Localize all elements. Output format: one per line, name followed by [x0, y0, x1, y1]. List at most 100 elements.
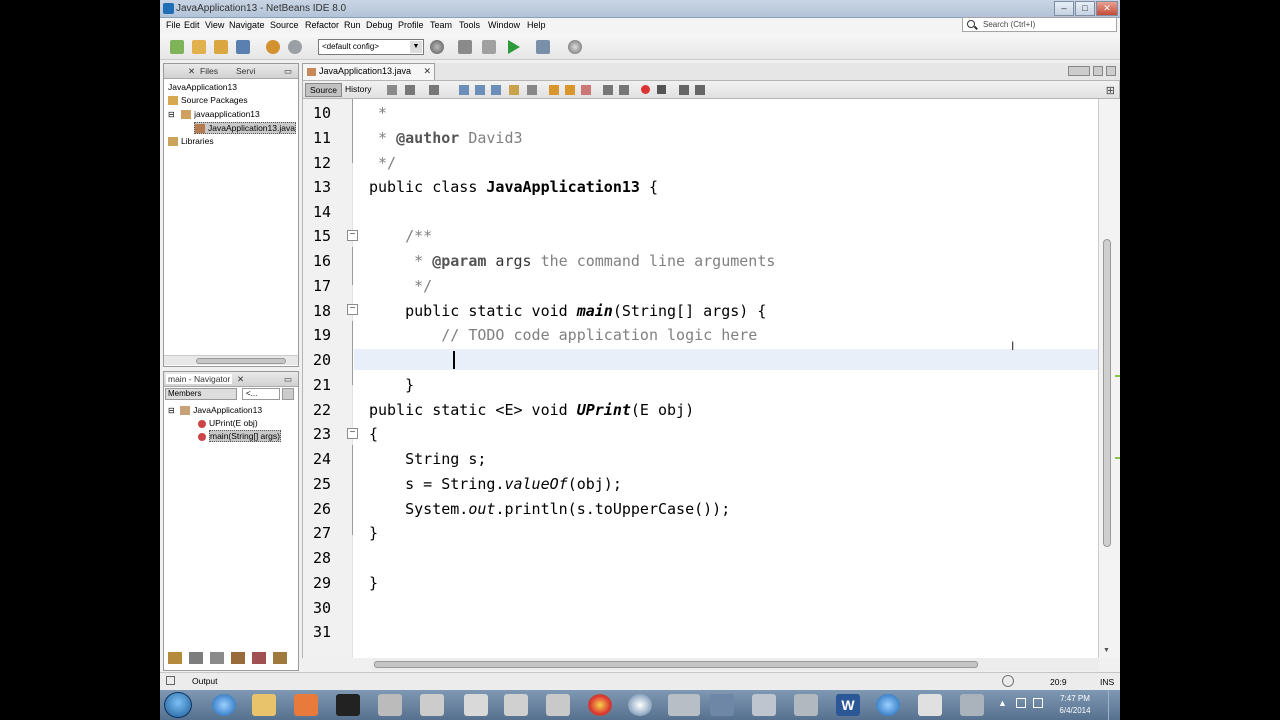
nav-class-node[interactable]: ⊟ JavaApplication13	[168, 405, 262, 416]
calculator-icon[interactable]	[420, 694, 444, 716]
app-icon[interactable]	[668, 694, 700, 716]
filter-inherited-icon[interactable]	[231, 652, 245, 664]
stop-macro-icon[interactable]	[657, 85, 666, 94]
new-file-icon[interactable]	[192, 40, 206, 54]
find-next-icon[interactable]	[491, 85, 501, 95]
output-tab[interactable]: Output	[192, 676, 218, 686]
file-explorer-icon[interactable]	[252, 694, 276, 716]
maximize-icon[interactable]	[1106, 66, 1116, 76]
menu-window[interactable]: Window	[488, 20, 520, 30]
show-opened-icon[interactable]	[1093, 66, 1103, 76]
minimize-button[interactable]: –	[1054, 1, 1074, 16]
next-bookmark-icon[interactable]	[565, 85, 575, 95]
profile-icon[interactable]	[568, 40, 582, 54]
tree-java-file[interactable]: JavaApplication13.java	[194, 122, 296, 135]
scroll-thumb[interactable]	[196, 358, 286, 364]
members-filter-select[interactable]: Members	[165, 388, 237, 400]
app-icon[interactable]	[752, 694, 776, 716]
tab-source[interactable]: Source	[305, 83, 342, 97]
close-icon[interactable]: ✕	[423, 64, 431, 79]
sort-icon[interactable]	[252, 652, 266, 664]
undo-icon[interactable]	[266, 40, 280, 54]
last-edit-icon[interactable]	[387, 85, 397, 95]
close-icon[interactable]: ✕	[237, 374, 244, 385]
build-hammer-icon[interactable]	[458, 40, 472, 54]
menu-refactor[interactable]: Refactor	[305, 20, 339, 30]
save-all-icon[interactable]	[236, 40, 250, 54]
scroll-thumb[interactable]	[374, 661, 978, 668]
nav-method-main[interactable]: main(String[] args)	[198, 430, 281, 442]
toggle-highlight-icon[interactable]	[509, 85, 519, 95]
volume-icon[interactable]	[1033, 698, 1043, 708]
minimize-panel-icon[interactable]: ▭	[284, 374, 292, 385]
open-project-icon[interactable]	[214, 40, 228, 54]
new-project-icon[interactable]	[170, 40, 184, 54]
tab-navigator[interactable]: main - Navigator	[166, 374, 233, 384]
scroll-down-icon[interactable]: ▼	[1103, 647, 1110, 654]
network-icon[interactable]	[1016, 698, 1026, 708]
menu-run[interactable]: Run	[344, 20, 361, 30]
find-selection-icon[interactable]	[459, 85, 469, 95]
uncomment-icon[interactable]	[695, 85, 705, 95]
shift-right-icon[interactable]	[619, 85, 629, 95]
scroll-tabs-icon[interactable]	[1068, 66, 1090, 76]
media-player-icon[interactable]	[294, 694, 318, 716]
toggle-rect-select-icon[interactable]	[527, 85, 537, 95]
tree-libraries[interactable]: Libraries	[168, 136, 214, 147]
start-macro-icon[interactable]	[641, 85, 650, 94]
back-icon[interactable]	[405, 85, 415, 95]
menu-tools[interactable]: Tools	[459, 20, 480, 30]
notifications-icon[interactable]	[1002, 675, 1014, 687]
menu-file[interactable]: File	[166, 20, 181, 30]
internet-explorer-icon[interactable]	[876, 694, 900, 716]
app-icon[interactable]	[960, 694, 984, 716]
editor-hscrollbar[interactable]	[372, 658, 1098, 671]
collapse-icon[interactable]: −	[347, 304, 358, 315]
clean-build-icon[interactable]	[482, 40, 496, 54]
tray-expand-icon[interactable]: ▲	[998, 698, 1007, 708]
scope-select[interactable]: <...	[242, 388, 280, 400]
editor-vscrollbar[interactable]: ▼	[1098, 99, 1120, 658]
nav-method-uprint[interactable]: UPrint(E obj)	[198, 418, 258, 428]
app-icon[interactable]	[794, 694, 818, 716]
collapse-icon[interactable]: ⊟	[168, 406, 175, 415]
clock-time[interactable]: 7:47 PM	[1050, 694, 1100, 703]
tab-services[interactable]: Servi	[236, 66, 255, 76]
app-icon[interactable]	[628, 694, 652, 716]
split-editor-icon[interactable]: ⊞	[1106, 84, 1115, 97]
menu-edit[interactable]: Edit	[184, 20, 200, 30]
pen-tool-icon[interactable]	[336, 694, 360, 716]
find-previous-icon[interactable]	[475, 85, 485, 95]
clock-date[interactable]: 6/4/2014	[1050, 706, 1100, 715]
filter-nonpublic-icon[interactable]	[210, 652, 224, 664]
collapse-icon[interactable]: ⊟	[168, 110, 175, 119]
tab-history[interactable]: History	[341, 83, 375, 97]
code-editor[interactable]: 10 11 12 13 14 15 16 17 18 19 20 21 22 2…	[302, 99, 1099, 658]
show-desktop-button[interactable]	[1108, 690, 1120, 720]
app-icon[interactable]	[546, 694, 570, 716]
collapse-icon[interactable]: −	[347, 428, 358, 439]
app-icon[interactable]	[464, 694, 488, 716]
menu-source[interactable]: Source	[270, 20, 299, 30]
chrome-icon[interactable]	[588, 694, 612, 716]
prev-bookmark-icon[interactable]	[549, 85, 559, 95]
comment-icon[interactable]	[679, 85, 689, 95]
tree-package[interactable]: ⊟ javaapplication13	[168, 109, 260, 120]
scroll-thumb[interactable]	[1103, 239, 1111, 547]
notepad-icon[interactable]	[378, 694, 402, 716]
tree-source-packages[interactable]: Source Packages	[168, 95, 248, 106]
forward-icon[interactable]	[429, 85, 439, 95]
filter-static-icon[interactable]	[189, 652, 203, 664]
app-icon[interactable]	[504, 694, 528, 716]
run-icon[interactable]	[508, 40, 520, 54]
minimize-panel-icon[interactable]: ▭	[284, 66, 292, 77]
shift-left-icon[interactable]	[603, 85, 613, 95]
menu-profile[interactable]: Profile	[398, 20, 424, 30]
filter-fields-icon[interactable]	[168, 652, 182, 664]
toggle-bookmark-icon[interactable]	[581, 85, 591, 95]
menu-navigate[interactable]: Navigate	[229, 20, 265, 30]
globe-icon[interactable]	[430, 40, 444, 54]
close-button[interactable]: ✕	[1096, 1, 1118, 16]
tree-project-root[interactable]: JavaApplication13	[168, 82, 237, 92]
app-icon[interactable]	[710, 694, 734, 716]
